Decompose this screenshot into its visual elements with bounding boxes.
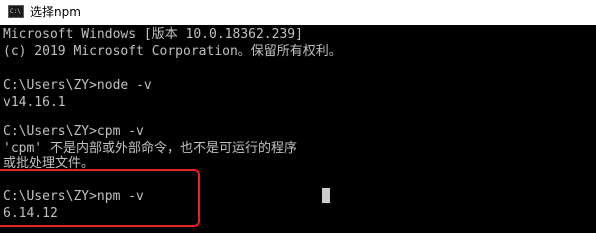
console-line-11: C:\Users\ZY>npm -v [3, 189, 144, 204]
title-bar[interactable]: C:\ 选择npm [0, 0, 596, 25]
console-line-1: Microsoft Windows [版本 10.0.18362.239] [3, 27, 303, 42]
console-line-2: (c) 2019 Microsoft Corporation。保留所有权利。 [3, 44, 342, 59]
text-cursor [322, 188, 330, 203]
window-title: 选择npm [30, 5, 81, 19]
console-line-5: v14.16.1 [3, 95, 66, 110]
console-line-12: 6.14.12 [3, 206, 58, 221]
console-line-9: 或批处理文件。 [3, 156, 95, 171]
console-line-7: C:\Users\ZY>cpm -v [3, 124, 144, 139]
cmd-window: C:\ 选择npm Microsoft Windows [版本 10.0.183… [0, 0, 596, 233]
cmd-console-icon[interactable]: C:\ [8, 5, 24, 18]
console-line-4: C:\Users\ZY>node -v [3, 78, 152, 93]
console-output[interactable]: Microsoft Windows [版本 10.0.18362.239] (c… [0, 25, 596, 233]
